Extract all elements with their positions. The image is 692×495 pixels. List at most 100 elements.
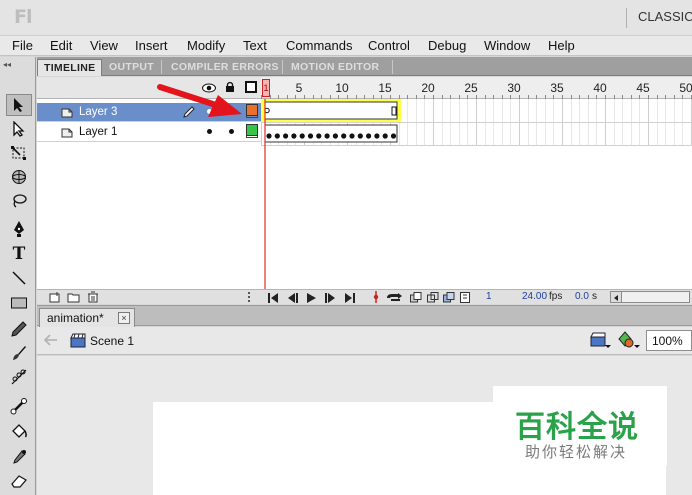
frame-ruler[interactable]: 5 10 15 20 25 30 35 40 45 50 xyxy=(261,77,692,99)
tab-separator xyxy=(392,60,393,74)
free-transform-tool-icon[interactable] xyxy=(6,142,32,164)
first-frame-icon[interactable] xyxy=(268,292,279,306)
layer-3-keyframe-span[interactable] xyxy=(264,101,398,120)
watermark-title: 百科全说 xyxy=(515,410,639,445)
menu-file[interactable]: File xyxy=(12,38,33,53)
frame-number: 50 xyxy=(679,81,692,95)
current-frame-value[interactable]: 1 xyxy=(486,291,492,302)
modify-onion-markers-icon[interactable] xyxy=(460,292,470,306)
menu-help[interactable]: Help xyxy=(548,38,575,53)
timeline-horizontal-scrollbar[interactable] xyxy=(610,291,690,303)
layer-1-color-swatch[interactable] xyxy=(246,124,258,136)
line-tool-icon[interactable] xyxy=(6,267,32,289)
onion-skin-outlines-icon[interactable] xyxy=(427,292,439,306)
tab-compiler-errors[interactable]: COMPILER ERRORS xyxy=(165,59,285,76)
tab-motion-editor[interactable]: MOTION EDITOR xyxy=(285,59,385,76)
menu-text[interactable]: Text xyxy=(243,38,267,53)
layer-icon xyxy=(61,126,73,141)
pen-tool-icon[interactable] xyxy=(6,218,32,240)
edit-scene-icon[interactable] xyxy=(590,332,612,352)
frame-number: 40 xyxy=(593,81,607,95)
keyframe-dot[interactable] xyxy=(299,133,305,139)
scene-clapper-icon xyxy=(70,333,86,351)
layer-3-color-swatch[interactable] xyxy=(246,104,258,116)
rectangle-tool-icon[interactable] xyxy=(6,292,32,314)
keyframe-dot[interactable] xyxy=(324,133,330,139)
keyframe-dot[interactable] xyxy=(274,133,280,139)
deco-tool-icon[interactable] xyxy=(6,366,32,388)
tab-output[interactable]: OUTPUT xyxy=(103,59,160,76)
watermark-subtitle: 助你轻松解决 xyxy=(525,443,628,461)
edit-multiple-frames-icon[interactable] xyxy=(443,292,455,306)
tab-separator xyxy=(282,60,283,74)
menu-commands[interactable]: Commands xyxy=(286,38,352,53)
frame-number: 10 xyxy=(335,81,349,95)
new-layer-icon[interactable] xyxy=(49,292,61,306)
keyframe-dot[interactable] xyxy=(316,133,322,139)
new-folder-icon[interactable] xyxy=(67,292,80,306)
scroll-grip-icon[interactable] xyxy=(248,292,256,302)
frame-number: 5 xyxy=(295,81,303,95)
keyframe-dot[interactable] xyxy=(374,133,380,139)
menu-view[interactable]: View xyxy=(90,38,118,53)
show-all-layers-as-outlines-icon[interactable] xyxy=(245,81,257,93)
brush-tool-icon[interactable] xyxy=(6,342,32,364)
scene-label[interactable]: Scene 1 xyxy=(90,334,134,348)
menu-insert[interactable]: Insert xyxy=(135,38,168,53)
next-frame-icon[interactable] xyxy=(325,292,336,306)
menu-edit[interactable]: Edit xyxy=(50,38,72,53)
center-frame-icon[interactable] xyxy=(372,291,380,306)
text-tool-icon[interactable]: T xyxy=(6,243,32,265)
keyframe-dot[interactable] xyxy=(307,133,314,139)
close-document-icon[interactable]: × xyxy=(118,312,130,324)
subselection-tool-icon[interactable] xyxy=(6,118,32,140)
lock-dot[interactable] xyxy=(229,129,234,134)
last-frame-icon[interactable] xyxy=(344,292,355,306)
bone-tool-icon[interactable] xyxy=(6,395,32,417)
paint-bucket-tool-icon[interactable] xyxy=(6,421,32,443)
keyframe-dot[interactable] xyxy=(382,133,388,139)
menu-window[interactable]: Window xyxy=(484,38,530,53)
workspace-switcher[interactable]: CLASSIC xyxy=(638,9,692,24)
frame-rate-value[interactable]: 24.00 xyxy=(522,291,547,302)
selection-tool-icon[interactable] xyxy=(6,94,32,116)
scroll-left-arrow-icon[interactable] xyxy=(611,292,622,302)
pencil-tool-icon[interactable] xyxy=(6,318,32,340)
keyframe-dot[interactable] xyxy=(366,133,372,139)
keyframe-dot[interactable] xyxy=(341,133,347,139)
tools-panel: ◂◂ T xyxy=(0,57,36,495)
watermark-logo: 百科全说 助你轻松解决 xyxy=(493,386,667,466)
menu-control[interactable]: Control xyxy=(368,38,410,53)
layer-row-layer-1[interactable]: Layer 1 xyxy=(37,123,261,142)
loop-icon[interactable] xyxy=(385,292,403,306)
keyframe-dot[interactable] xyxy=(357,133,363,139)
keyframe-dot[interactable] xyxy=(266,133,272,139)
timeline-footer: 1 24.00 fps 0.0 s xyxy=(37,289,692,304)
collapse-icon[interactable]: ◂◂ xyxy=(3,60,33,69)
keyframe-dot[interactable] xyxy=(390,133,397,139)
eyedropper-tool-icon[interactable] xyxy=(6,446,32,468)
document-tab-label: animation* xyxy=(47,311,104,325)
zoom-dropdown[interactable]: 100% xyxy=(646,330,692,351)
keyframe-dot[interactable] xyxy=(283,133,289,139)
frame-grid[interactable] xyxy=(261,99,692,289)
visibility-dot[interactable] xyxy=(207,129,212,134)
keyframe-dot[interactable] xyxy=(291,133,297,139)
3d-rotation-tool-icon[interactable] xyxy=(6,166,32,188)
previous-frame-icon[interactable] xyxy=(287,292,298,306)
onion-skin-icon[interactable] xyxy=(410,292,422,306)
document-tab[interactable]: animation* × xyxy=(39,308,135,327)
edit-symbols-icon[interactable] xyxy=(617,331,641,353)
frame-number: 30 xyxy=(507,81,521,95)
delete-layer-icon[interactable] xyxy=(87,291,99,306)
back-arrow-icon[interactable] xyxy=(43,334,58,349)
keyframe-dot[interactable] xyxy=(349,133,355,139)
menu-modify[interactable]: Modify xyxy=(187,38,225,53)
eraser-tool-icon[interactable] xyxy=(6,470,32,492)
lasso-tool-icon[interactable] xyxy=(6,190,32,212)
tab-timeline[interactable]: TIMELINE xyxy=(37,59,103,76)
playhead-marker[interactable]: 1 xyxy=(262,79,270,97)
play-icon[interactable] xyxy=(307,292,316,306)
keyframe-dot[interactable] xyxy=(332,133,338,139)
menu-debug[interactable]: Debug xyxy=(428,38,466,53)
